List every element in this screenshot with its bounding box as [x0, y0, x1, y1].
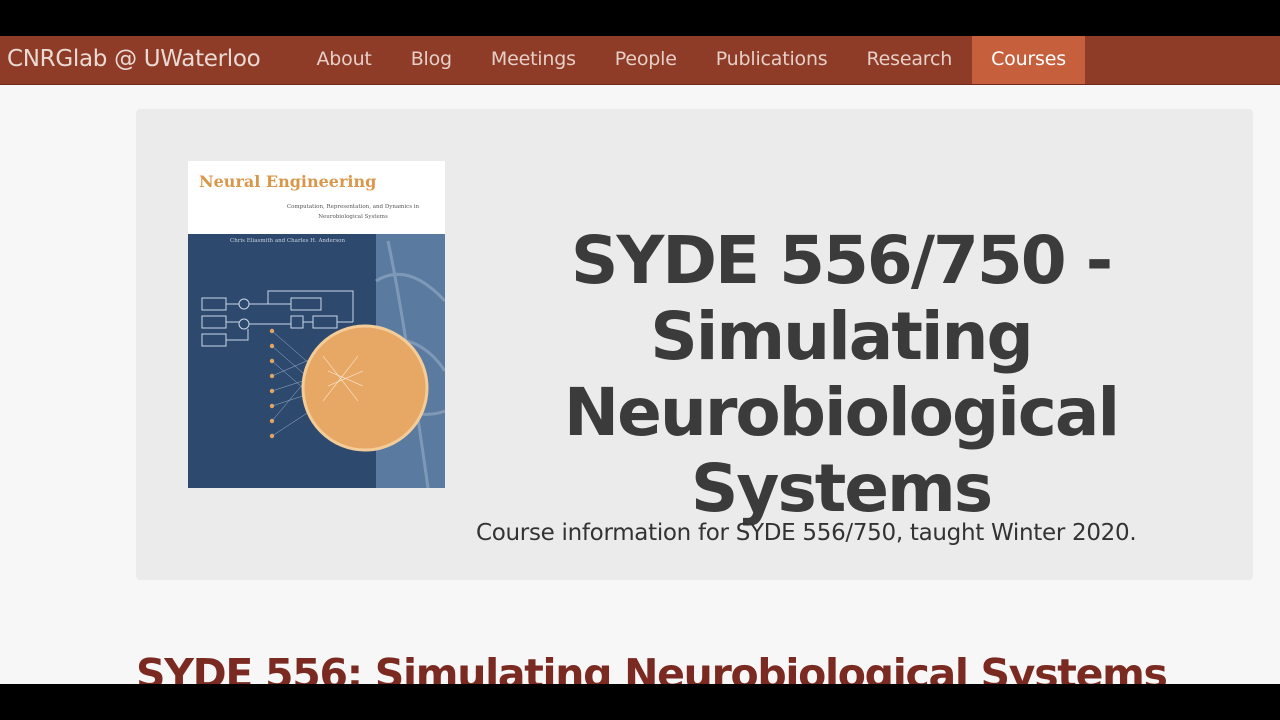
nav-links: About Blog Meetings People Publications … — [297, 36, 1086, 84]
nav-item-blog[interactable]: Blog — [391, 36, 471, 84]
book-cover-image: Neural Engineering Computation, Represen… — [188, 161, 445, 488]
section-heading: SYDE 556: Simulating Neurobiological Sys… — [136, 650, 1168, 684]
nav-item-about[interactable]: About — [297, 36, 391, 84]
nav-item-meetings[interactable]: Meetings — [471, 36, 595, 84]
nav-item-publications[interactable]: Publications — [696, 36, 847, 84]
brand-link[interactable]: CNRGlab @ UWaterloo — [0, 36, 297, 84]
page-title: SYDE 556/750 - Simulating Neurobiologica… — [563, 222, 1120, 528]
letterbox-bottom — [0, 684, 1280, 720]
page: CNRGlab @ UWaterloo About Blog Meetings … — [0, 36, 1280, 684]
nav-item-research[interactable]: Research — [847, 36, 972, 84]
page-subtitle: Course information for SYDE 556/750, tau… — [476, 520, 1137, 546]
navbar: CNRGlab @ UWaterloo About Blog Meetings … — [0, 36, 1280, 85]
nav-item-courses[interactable]: Courses — [971, 36, 1086, 84]
book-cover-illustration — [201, 234, 445, 488]
letterbox-top — [0, 0, 1280, 36]
jumbotron: Neural Engineering Computation, Represen… — [136, 109, 1253, 580]
nav-item-people[interactable]: People — [595, 36, 696, 84]
